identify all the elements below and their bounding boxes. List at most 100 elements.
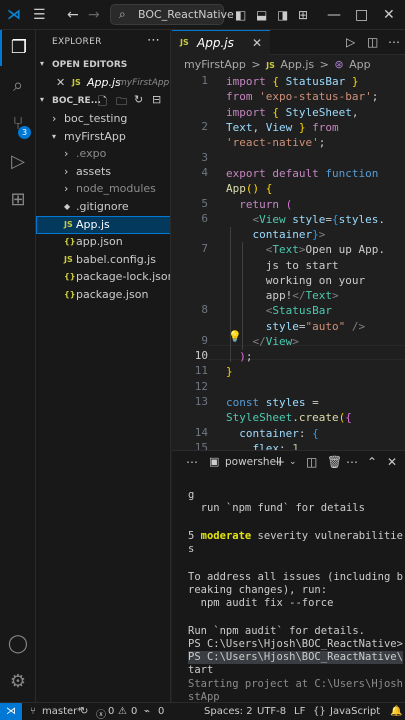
run-icon[interactable]: ▷ xyxy=(346,35,355,49)
editor-tabs: JS App.js ✕ ▷ ◫ ⋯ xyxy=(172,30,405,55)
layout-icon[interactable]: ⊞ xyxy=(298,6,308,24)
search-view-icon[interactable]: ⌕ xyxy=(0,68,36,104)
ports-icon: ⌁ xyxy=(144,706,151,717)
notifications-icon[interactable]: 🔔 xyxy=(390,706,402,717)
terminal-line: tart xyxy=(188,664,214,676)
toggle-sidebar-icon[interactable]: ◧ xyxy=(235,6,246,24)
manage-gear-icon[interactable]: ⚙ xyxy=(0,664,36,700)
line-number: 4 xyxy=(201,166,208,179)
code-line: from 'expo-status-bar'; xyxy=(226,90,379,103)
source-control-icon[interactable]: ⑂ 3 xyxy=(0,106,36,142)
chevron-down-icon[interactable]: ⌄ xyxy=(289,457,297,467)
end-of-line[interactable]: LF xyxy=(294,706,305,717)
more-actions-icon[interactable]: ⋯ xyxy=(186,455,198,469)
tree-item-label: node_modules xyxy=(76,182,156,196)
minimize-icon[interactable]: — xyxy=(327,6,341,24)
terminal-line: stApp xyxy=(188,691,220,702)
trash-icon[interactable]: 🗑 xyxy=(327,455,342,469)
git-file-icon: ◆ xyxy=(64,202,71,211)
tree-item[interactable]: › boc_testing xyxy=(36,110,170,128)
error-icon: ⓧ xyxy=(96,710,106,720)
accounts-icon[interactable]: ◯ xyxy=(0,626,36,662)
tree-item[interactable]: {} package.json xyxy=(36,286,170,304)
indentation[interactable]: Spaces: 2 xyxy=(204,706,253,717)
terminal-tab-label[interactable]: powershell xyxy=(225,456,282,468)
js-file-icon: JS xyxy=(64,254,73,264)
tree-item[interactable]: ◆ .gitignore xyxy=(36,198,170,216)
breadcrumb-symbol[interactable]: App xyxy=(349,58,371,71)
terminal-icon: ▣ xyxy=(209,455,220,468)
new-terminal-icon[interactable]: + xyxy=(275,455,285,469)
tab-app-js[interactable]: JS App.js ✕ xyxy=(172,30,270,55)
branch-name[interactable]: master* xyxy=(42,706,82,717)
search-text: BOC_ReactNative xyxy=(138,8,234,21)
close-editor-icon[interactable]: ✕ xyxy=(56,74,65,92)
breadcrumb-file[interactable]: App.js xyxy=(280,58,314,71)
line-number: 3 xyxy=(201,151,208,164)
explorer-icon[interactable]: ❐ xyxy=(0,30,36,66)
tree-item[interactable]: {} app.json xyxy=(36,233,170,251)
maximize-panel-icon[interactable]: ⌃ xyxy=(367,455,377,469)
code-line: Text, View } from xyxy=(226,121,339,134)
open-editor-item[interactable]: ✕ JS App.js myFirstApp xyxy=(36,74,170,92)
breadcrumb-folder[interactable]: myFirstApp xyxy=(184,58,246,71)
terminal-line: reaking changes), run: xyxy=(188,584,328,596)
menu-icon[interactable]: ☰ xyxy=(33,6,46,24)
encoding[interactable]: UTF-8 xyxy=(257,706,286,717)
more-actions-icon[interactable]: ⋯ xyxy=(388,35,400,49)
tree-item[interactable]: {} package-lock.json xyxy=(36,268,170,286)
tree-item[interactable]: JS App.js xyxy=(36,215,170,234)
open-editors-section[interactable]: ▾ OPEN EDITORS xyxy=(36,56,170,74)
tree-item[interactable]: ▾ myFirstApp xyxy=(36,128,170,146)
tree-item[interactable]: › node_modules xyxy=(36,180,170,198)
scm-badge: 3 xyxy=(18,126,31,139)
command-center-search[interactable]: ⌕ BOC_ReactNative xyxy=(110,4,234,25)
maximize-icon[interactable]: □ xyxy=(355,6,368,24)
toggle-panel-icon[interactable]: ⬓ xyxy=(256,6,267,24)
editor-area: JS App.js ✕ ▷ ◫ ⋯ myFirstApp > JS App.js… xyxy=(172,30,405,450)
tree-item[interactable]: › .expo xyxy=(36,145,170,163)
terminal-line: g xyxy=(188,489,195,501)
code-line: StyleSheet.create({ xyxy=(226,411,352,424)
code-line: container}> xyxy=(252,228,326,241)
remote-indicator-icon[interactable]: ⋊ xyxy=(0,703,22,720)
breadcrumb-separator: > xyxy=(251,58,261,71)
toggle-secondary-icon[interactable]: ◨ xyxy=(277,6,288,24)
tree-item-label: myFirstApp xyxy=(64,129,126,143)
extensions-icon[interactable]: ⊞ xyxy=(0,182,36,218)
js-file-icon: JS xyxy=(266,61,275,70)
terminal-line: To address all issues (including b xyxy=(188,571,403,583)
run-debug-icon[interactable]: ▷ xyxy=(0,144,36,180)
search-icon: ⌕ xyxy=(119,7,126,21)
title-bar: ⋊ ☰ ← → ⌕ BOC_ReactNative ◧ ⬓ ◨ ⊞ — □ ✕ xyxy=(0,0,405,30)
tree-item-label: App.js xyxy=(76,217,110,231)
forward-icon[interactable]: → xyxy=(88,6,100,24)
line-number: 2 xyxy=(201,120,208,133)
more-actions-icon[interactable]: ⋯ xyxy=(147,33,160,48)
close-panel-icon[interactable]: ✕ xyxy=(387,455,397,469)
error-count[interactable]: 0 xyxy=(108,706,114,717)
chevron-down-icon: ▾ xyxy=(52,131,57,141)
split-terminal-icon[interactable]: ◫ xyxy=(306,455,317,469)
line-number: 9 xyxy=(201,334,208,347)
tree-item[interactable]: JS babel.config.js xyxy=(36,251,170,269)
tree-item[interactable]: › assets xyxy=(36,163,170,181)
more-actions-icon[interactable]: ⋯ xyxy=(346,455,358,469)
ports-count[interactable]: 0 xyxy=(158,706,164,717)
close-icon[interactable]: ✕ xyxy=(383,6,395,24)
warning-count[interactable]: 0 xyxy=(131,706,137,717)
chevron-down-icon: ▾ xyxy=(40,59,45,68)
line-number: 13 xyxy=(194,395,208,408)
language-mode[interactable]: JavaScript xyxy=(330,706,380,717)
code-line: } xyxy=(226,365,233,378)
js-file-icon: JS xyxy=(180,38,189,47)
code-line: app!</Text> xyxy=(265,289,339,302)
back-icon[interactable]: ← xyxy=(67,6,79,24)
tree-item-label: assets xyxy=(76,164,112,178)
sync-icon[interactable]: ↻ xyxy=(80,706,88,717)
collapse-all-icon[interactable]: ⊟ xyxy=(152,93,161,106)
close-tab-icon[interactable]: ✕ xyxy=(252,36,262,50)
refresh-icon[interactable]: ↻ xyxy=(134,93,143,106)
split-editor-icon[interactable]: ◫ xyxy=(367,35,378,49)
json-file-icon: {} xyxy=(64,272,76,282)
